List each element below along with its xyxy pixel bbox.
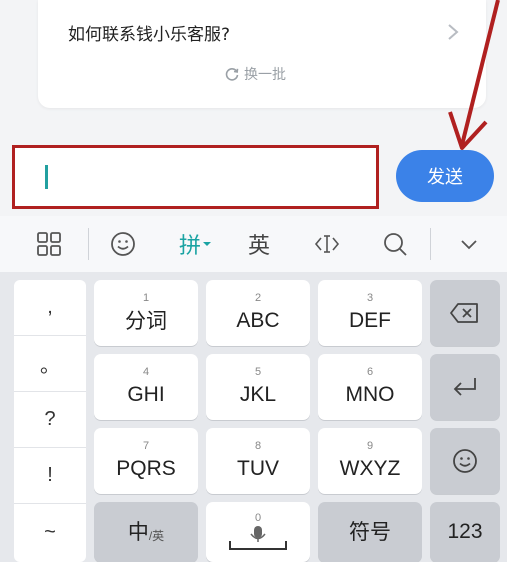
refresh-icon bbox=[225, 68, 239, 81]
key-9[interactable]: 9 WXYZ bbox=[318, 428, 422, 494]
lang-main-label: 中 bbox=[127, 520, 149, 544]
refresh-button[interactable]: 换一批 bbox=[224, 64, 286, 84]
key-6[interactable]: 6 MNO bbox=[318, 354, 422, 420]
emoji-button[interactable] bbox=[100, 216, 146, 272]
annotation-arrow-icon bbox=[448, 0, 500, 150]
key-label: DEF bbox=[349, 309, 391, 332]
chevron-down-icon bbox=[461, 240, 477, 250]
key-number: 0 bbox=[254, 512, 262, 524]
symbols-key[interactable]: 符号 bbox=[318, 502, 422, 562]
chat-area: 如何联系钱小乐客服? 换一批 发送 bbox=[0, 0, 507, 220]
enter-icon bbox=[453, 378, 476, 396]
key-7[interactable]: 7 PQRS bbox=[94, 428, 198, 494]
key-4[interactable]: 4 GHI bbox=[94, 354, 198, 420]
key-number: 9 bbox=[366, 440, 374, 452]
grid-menu-button[interactable] bbox=[26, 216, 72, 272]
punct-question-key[interactable]: ? bbox=[14, 392, 86, 448]
key-number: 4 bbox=[142, 366, 150, 378]
key-5[interactable]: 5 JKL bbox=[206, 354, 310, 420]
numbers-key[interactable]: 123 bbox=[430, 502, 500, 562]
key-label: WXYZ bbox=[339, 457, 401, 480]
key-3[interactable]: 3 DEF bbox=[318, 280, 422, 346]
cursor-move-icon bbox=[314, 235, 340, 253]
key-number: 3 bbox=[366, 292, 374, 304]
language-switch-key[interactable]: 中 /英 bbox=[94, 502, 198, 562]
cursor-edit-button[interactable] bbox=[304, 216, 350, 272]
key-number: 6 bbox=[366, 366, 374, 378]
microphone-space-icon bbox=[229, 526, 287, 550]
punct-comma-key[interactable]: , bbox=[14, 280, 86, 336]
english-label: 英 bbox=[247, 234, 270, 259]
toolbar-divider bbox=[430, 228, 431, 260]
faq-question[interactable]: 如何联系钱小乐客服? bbox=[68, 20, 230, 45]
smiley-icon bbox=[111, 232, 135, 256]
message-input[interactable] bbox=[12, 145, 379, 209]
faq-card: 如何联系钱小乐客服? 换一批 bbox=[38, 0, 486, 108]
dropdown-caret-icon bbox=[203, 242, 211, 246]
symbols-label: 符号 bbox=[349, 520, 391, 544]
key-2[interactable]: 2 ABC bbox=[206, 280, 310, 346]
key-number: 7 bbox=[142, 440, 150, 452]
key-1[interactable]: 1 分词 bbox=[94, 280, 198, 346]
key-label: 分词 bbox=[125, 309, 167, 333]
punctuation-column: , 。 ? ! ~ bbox=[14, 280, 86, 562]
backspace-icon bbox=[450, 303, 478, 323]
text-cursor bbox=[45, 165, 48, 189]
key-8[interactable]: 8 TUV bbox=[206, 428, 310, 494]
pinyin-mode-button[interactable]: 拼 bbox=[168, 216, 222, 272]
key-label: JKL bbox=[239, 383, 277, 406]
key-number: 8 bbox=[254, 440, 262, 452]
keyboard: , 。 ? ! ~ 1 分词 2 ABC 3 DEF 4 GHI 5 JKL 6… bbox=[0, 272, 507, 562]
collapse-keyboard-button[interactable] bbox=[446, 216, 492, 272]
space-key[interactable]: 0 bbox=[206, 502, 310, 562]
english-mode-button[interactable]: 英 bbox=[236, 216, 282, 272]
backspace-key[interactable] bbox=[430, 280, 500, 346]
key-number: 2 bbox=[254, 292, 262, 304]
key-label: ABC bbox=[236, 309, 280, 332]
punct-period-key[interactable]: 。 bbox=[14, 336, 86, 392]
search-button[interactable] bbox=[372, 216, 418, 272]
toolbar-divider bbox=[88, 228, 89, 260]
smiley-icon bbox=[453, 449, 477, 473]
key-number: 1 bbox=[142, 292, 150, 304]
key-label: PQRS bbox=[116, 457, 176, 480]
key-number: 5 bbox=[254, 366, 262, 378]
key-label: TUV bbox=[237, 457, 279, 480]
pinyin-label: 拼 bbox=[178, 234, 201, 259]
punct-tilde-key[interactable]: ~ bbox=[14, 504, 86, 560]
grid-icon bbox=[37, 232, 61, 256]
numbers-label: 123 bbox=[447, 520, 483, 543]
key-label: GHI bbox=[127, 383, 165, 406]
enter-key[interactable] bbox=[430, 354, 500, 420]
emoji-key[interactable] bbox=[430, 428, 500, 494]
key-label: MNO bbox=[345, 383, 395, 406]
punct-exclaim-key[interactable]: ! bbox=[14, 448, 86, 504]
refresh-label: 换一批 bbox=[244, 67, 286, 83]
keyboard-toolbar: 拼 英 bbox=[0, 216, 507, 272]
lang-sub-label: /英 bbox=[148, 528, 165, 543]
search-icon bbox=[384, 233, 407, 256]
